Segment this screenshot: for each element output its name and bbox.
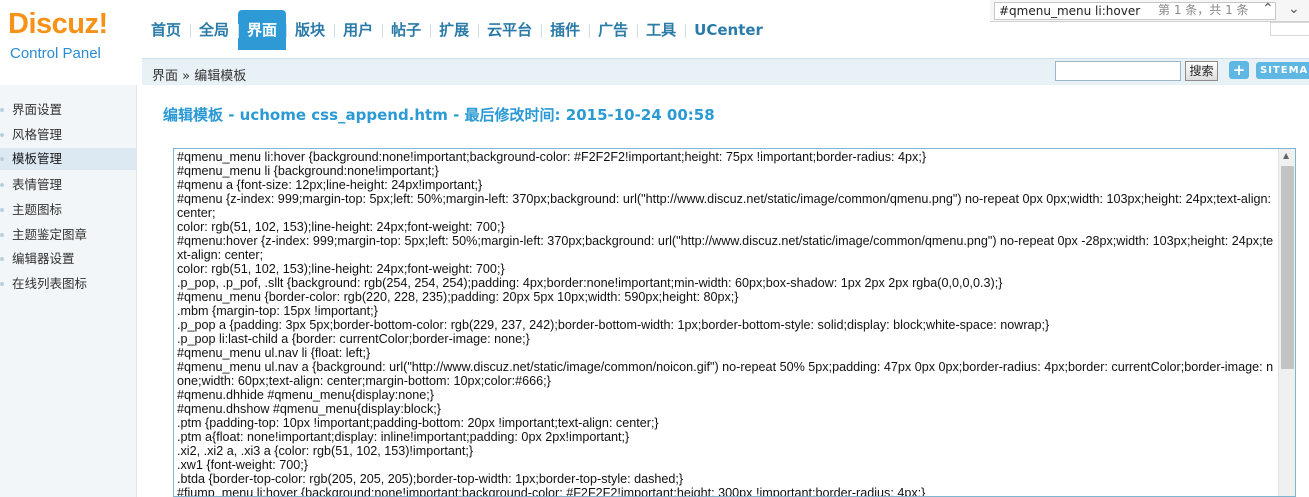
nav-style[interactable]: 界面 <box>238 10 287 50</box>
chevron-up-icon[interactable]: ⌃ <box>1262 1 1274 17</box>
breadcrumb: 界面 » 编辑模板 <box>152 69 247 84</box>
search-button[interactable]: 搜索 <box>1185 61 1218 81</box>
sidebar-item-online-icons[interactable]: 在线列表图标 <box>0 273 137 295</box>
main-content: 编辑模板 - uchome css_append.htm - 最后修改时间: 2… <box>137 85 1309 497</box>
template-editor[interactable]: #qmenu_menu li:hover {background:none!im… <box>173 148 1296 497</box>
sidebar-item-editor-settings[interactable]: 编辑器设置 <box>0 248 137 270</box>
scrollbar-thumb[interactable] <box>1281 166 1294 369</box>
search-input[interactable] <box>1055 61 1181 81</box>
nav-extended[interactable]: 扩展 <box>430 10 478 50</box>
template-code[interactable]: #qmenu_menu li:hover {background:none!im… <box>177 150 1277 496</box>
editor-scrollbar[interactable]: ▲ <box>1278 149 1295 496</box>
nav-plugin[interactable]: 插件 <box>541 10 589 50</box>
nav-topic[interactable]: 帖子 <box>382 10 430 50</box>
sub-bar: 界面 » 编辑模板 搜索 + SITEMAP <box>142 58 1309 86</box>
sidebar-item-style-settings[interactable]: 界面设置 <box>0 99 137 121</box>
find-count: 第 1 条，共 1 条 <box>1158 3 1249 17</box>
sidebar-item-thread-icons[interactable]: 主题图标 <box>0 199 137 221</box>
nav-global[interactable]: 全局 <box>190 10 238 50</box>
nav-adv[interactable]: 广告 <box>589 10 637 50</box>
nav-ucenter[interactable]: UCenter <box>685 10 772 50</box>
sidebar-item-template-manage[interactable]: 模板管理 <box>0 148 137 170</box>
nav-cloud[interactable]: 云平台 <box>478 10 541 50</box>
scroll-up-icon[interactable]: ▲ <box>1283 151 1289 160</box>
sidebar-item-style-manage[interactable]: 风格管理 <box>0 124 137 146</box>
nav-forum[interactable]: 版块 <box>286 10 334 50</box>
page-title: 编辑模板 - uchome css_append.htm - 最后修改时间: 2… <box>163 106 715 124</box>
sidebar: 界面设置 风格管理 模板管理 表情管理 主题图标 主题鉴定图章 编辑器设置 在线… <box>0 85 137 497</box>
logo-brand: Discuz! <box>8 8 108 40</box>
add-shortcut-button[interactable]: + <box>1229 61 1249 79</box>
find-bar: #qmenu_menu li:hover 第 1 条，共 1 条 ⌃ ⌄ <box>990 0 1309 22</box>
chevron-down-icon[interactable]: ⌄ <box>1288 1 1300 17</box>
nav-user[interactable]: 用户 <box>334 10 382 50</box>
sidebar-item-thread-stamps[interactable]: 主题鉴定图章 <box>0 224 137 246</box>
top-right-input[interactable] <box>1270 22 1309 36</box>
main-nav: 首页 全局 界面 版块 用户 帖子 扩展 云平台 插件 广告 工具 UCente… <box>142 10 772 50</box>
logo[interactable]: Discuz! Control Panel <box>0 0 140 84</box>
logo-subtitle: Control Panel <box>10 45 101 62</box>
sidebar-item-smiley-manage[interactable]: 表情管理 <box>0 174 137 196</box>
nav-home[interactable]: 首页 <box>142 10 190 50</box>
nav-tools[interactable]: 工具 <box>637 10 685 50</box>
sitemap-button[interactable]: SITEMAP <box>1256 62 1309 79</box>
